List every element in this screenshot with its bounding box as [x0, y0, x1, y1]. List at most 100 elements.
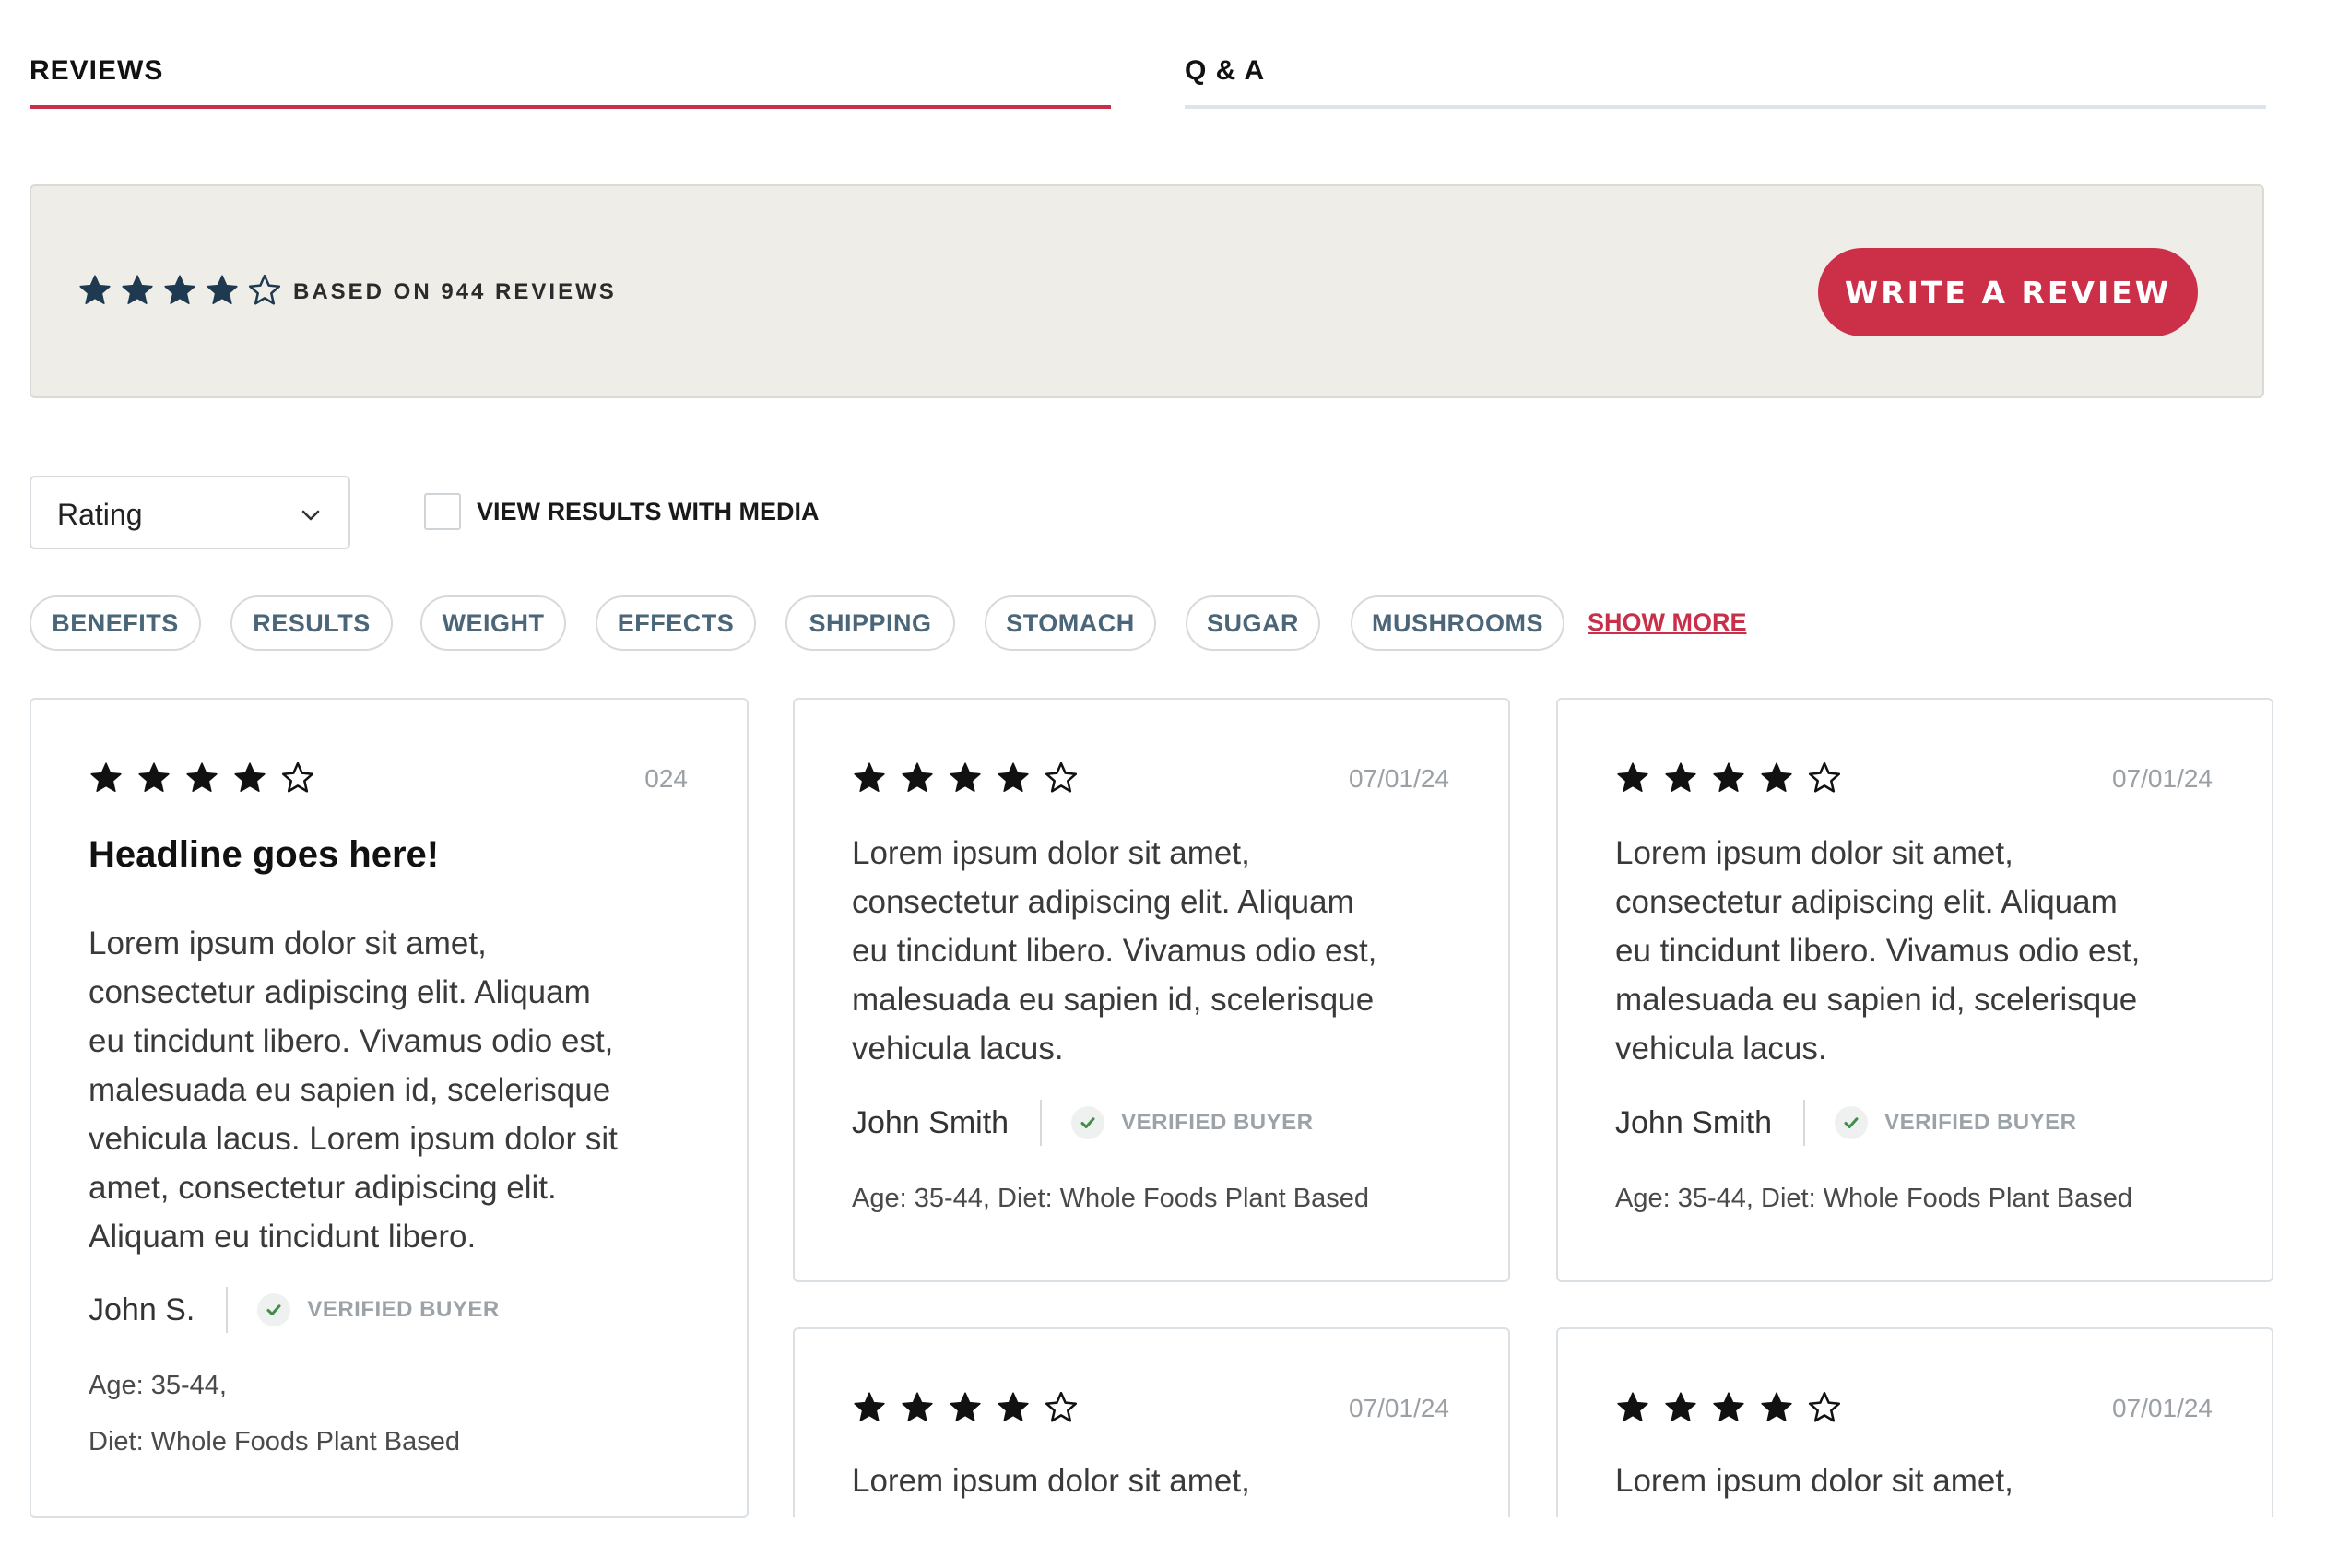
star-empty-icon: [1808, 1391, 1841, 1422]
review-body-line: Lorem ipsum dolor sit amet,: [1615, 835, 2013, 871]
tab-qa-underline: [1185, 105, 2266, 109]
star-filled-icon: [854, 1392, 885, 1422]
review-rating-stars: [852, 1390, 1079, 1425]
star-filled-icon: [998, 762, 1029, 793]
star-filled-icon: [207, 275, 238, 305]
review-body-line: Lorem ipsum dolor sit amet,: [852, 1463, 1250, 1499]
review-diet: Diet: Whole Foods Plant Based: [89, 1427, 460, 1456]
review-body-line: vehicula lacus.: [1615, 1031, 1827, 1067]
star-empty-icon: [1045, 761, 1078, 793]
star-filled-icon: [1665, 1392, 1696, 1422]
chip-sugar[interactable]: SUGAR: [1186, 595, 1320, 651]
review-author-row: John Smith VERIFIED BUYER: [852, 1100, 1313, 1146]
tab-reviews[interactable]: REVIEWS: [30, 0, 1111, 111]
chevron-down-icon: [301, 510, 320, 521]
star-filled-icon: [1617, 762, 1648, 793]
chip-stomach[interactable]: STOMACH: [985, 595, 1156, 651]
star-filled-icon: [90, 762, 122, 793]
tab-reviews-underline: [30, 105, 1111, 109]
review-count: BASED ON 944 REVIEWS: [293, 279, 617, 304]
review-date: 07/01/24: [2112, 1394, 2213, 1422]
star-filled-icon: [122, 275, 153, 305]
review-card: 07/01/24 Lorem ipsum dolor sit amet,: [1556, 1327, 2273, 1517]
show-more-link[interactable]: SHOW MORE: [1588, 608, 1747, 637]
star-filled-icon: [854, 762, 885, 793]
review-author: John S.: [89, 1291, 195, 1327]
star-filled-icon: [950, 1392, 981, 1422]
review-body: Lorem ipsum dolor sit amet,: [852, 1456, 1250, 1505]
review-body: Lorem ipsum dolor sit amet, consectetur …: [89, 919, 618, 1261]
rating-filter-select[interactable]: Rating: [30, 476, 350, 549]
review-date: 07/01/24: [1349, 1394, 1449, 1422]
summary-rating-stars: [77, 273, 282, 308]
star-filled-icon: [902, 762, 933, 793]
review-author-row: John S. VERIFIED BUYER: [89, 1287, 500, 1333]
review-info: Age: 35-44, Diet: Whole Foods Plant Base…: [852, 1184, 1369, 1213]
star-empty-icon: [1045, 1391, 1078, 1422]
star-filled-icon: [1665, 762, 1696, 793]
review-card: 024 Headline goes here! Lorem ipsum dolo…: [30, 698, 749, 1518]
review-body-line: amet, consectetur adipiscing elit.: [89, 1170, 557, 1206]
review-body-line: vehicula lacus. Lorem ipsum dolor sit: [89, 1121, 618, 1157]
verified-check-icon: [1835, 1106, 1869, 1139]
review-card: 07/01/24 Lorem ipsum dolor sit amet,: [793, 1327, 1510, 1517]
review-body: Lorem ipsum dolor sit amet,: [1615, 1456, 2013, 1505]
review-body-line: consectetur adipiscing elit. Aliquam: [89, 974, 591, 1010]
review-rating-stars: [89, 760, 315, 796]
star-empty-icon: [281, 761, 314, 793]
star-filled-icon: [1617, 1392, 1648, 1422]
media-checkbox-label[interactable]: VIEW RESULTS WITH MEDIA: [477, 498, 820, 526]
review-headline: Headline goes here!: [89, 834, 440, 875]
review-author: John Smith: [852, 1104, 1010, 1140]
review-age: Age: 35-44,: [89, 1371, 227, 1400]
star-empty-icon: [1808, 761, 1841, 793]
verified-check-icon: [1071, 1106, 1105, 1139]
divider: [1803, 1100, 1806, 1146]
review-body-line: Lorem ipsum dolor sit amet,: [89, 925, 487, 961]
review-body-line: vehicula lacus.: [852, 1031, 1064, 1067]
media-checkbox[interactable]: [424, 493, 461, 530]
star-filled-icon: [902, 1392, 933, 1422]
review-rating-stars: [1615, 760, 1842, 796]
star-filled-icon: [1713, 1392, 1744, 1422]
star-filled-icon: [998, 1392, 1029, 1422]
review-body-line: malesuada eu sapien id, scelerisque: [852, 982, 1375, 1018]
review-body-line: consectetur adipiscing elit. Aliquam: [1615, 884, 2118, 920]
tab-qa[interactable]: Q & A: [1185, 0, 2266, 111]
review-body-line: consectetur adipiscing elit. Aliquam: [852, 884, 1354, 920]
review-date: 07/01/24: [2112, 764, 2213, 793]
star-filled-icon: [186, 762, 218, 793]
star-filled-icon: [950, 762, 981, 793]
star-filled-icon: [1713, 762, 1744, 793]
review-info: Age: 35-44, Diet: Whole Foods Plant Base…: [1615, 1184, 2132, 1213]
rating-summary: BASED ON 944 REVIEWS WRITE A REVIEW: [30, 184, 2264, 398]
review-card: 07/01/24 Lorem ipsum dolor sit amet, con…: [1556, 698, 2273, 1282]
star-filled-icon: [234, 762, 266, 793]
verified-check-icon: [257, 1293, 291, 1326]
divider: [1040, 1100, 1043, 1146]
star-filled-icon: [1761, 1392, 1792, 1422]
review-body-line: malesuada eu sapien id, scelerisque: [89, 1072, 611, 1108]
rating-select-value: Rating: [57, 498, 143, 531]
verified-buyer-label: VERIFIED BUYER: [307, 1297, 500, 1322]
review-body-line: Lorem ipsum dolor sit amet,: [1615, 1463, 2013, 1499]
review-body: Lorem ipsum dolor sit amet, consectetur …: [1615, 829, 2140, 1073]
chip-benefits[interactable]: BENEFITS: [30, 595, 201, 651]
star-filled-icon: [1761, 762, 1792, 793]
write-review-button[interactable]: WRITE A REVIEW: [1818, 248, 2198, 336]
chip-effects[interactable]: EFFECTS: [596, 595, 756, 651]
chip-weight[interactable]: WEIGHT: [420, 595, 566, 651]
verified-buyer-label: VERIFIED BUYER: [1121, 1110, 1314, 1135]
review-body-line: malesuada eu sapien id, scelerisque: [1615, 982, 2138, 1018]
chip-mushrooms[interactable]: MUSHROOMS: [1351, 595, 1564, 651]
divider: [226, 1287, 229, 1333]
review-body-line: Lorem ipsum dolor sit amet,: [852, 835, 1250, 871]
review-card: 07/01/24 Lorem ipsum dolor sit amet, con…: [793, 698, 1510, 1282]
review-date: 07/01/24: [1349, 764, 1449, 793]
chip-results[interactable]: RESULTS: [230, 595, 393, 651]
star-filled-icon: [79, 275, 111, 305]
chip-shipping[interactable]: SHIPPING: [785, 595, 955, 651]
review-body-line: eu tincidunt libero. Vivamus odio est,: [852, 933, 1377, 969]
tab-qa-label: Q & A: [1185, 55, 1266, 86]
review-rating-stars: [1615, 1390, 1842, 1425]
